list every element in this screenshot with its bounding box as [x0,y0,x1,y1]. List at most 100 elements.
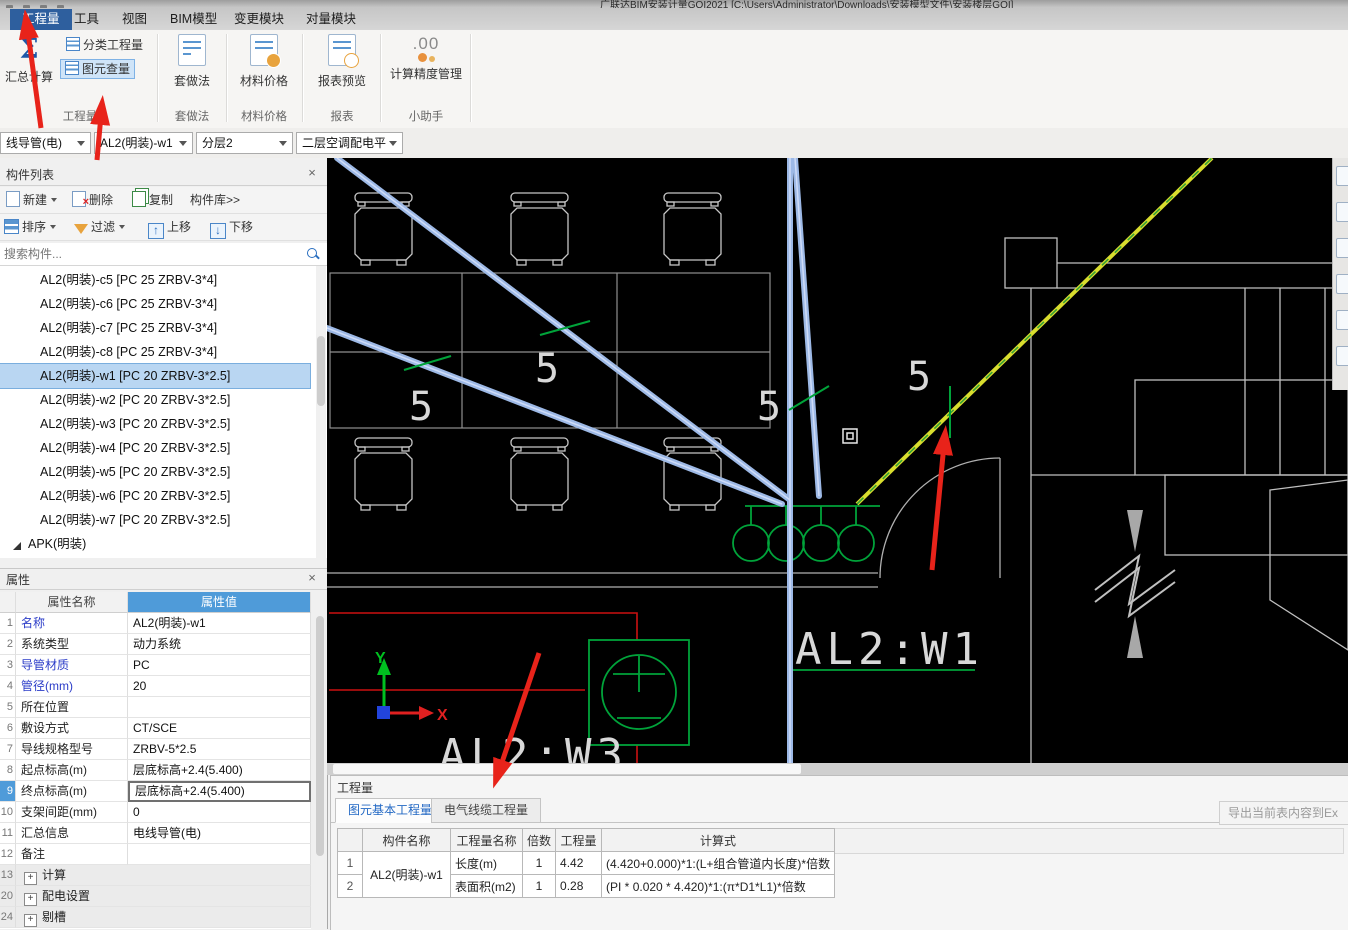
list-item[interactable]: AL2(明装)-w7 [PC 20 ZRBV-3*2.5] [0,508,310,532]
table-header-extension [823,828,1344,854]
properties-scrollbar[interactable] [315,592,325,929]
sort-button[interactable]: 排序 [4,217,56,237]
list-item[interactable]: AL2(明装)-c6 [PC 25 ZRBV-3*4] [0,292,310,316]
view-tool-icon[interactable] [1336,274,1348,294]
quantity-table-header-row: 构件名称 工程量名称 倍数 工程量 计算式 [338,829,835,852]
cad-label-al2w1: AL2:W1 [795,624,984,675]
view-tool-icon[interactable] [1336,166,1348,186]
component-list-toolbar-2: 排序 过滤 ↑上移 ↓下移 [0,214,327,241]
component-list: AL2(明装)-c5 [PC 25 ZRBV-3*4] AL2(明装)-c6 [… [0,266,327,558]
classified-quantity-icon [66,37,80,51]
component-list-toolbar-1: 新建 删除 复制 构件库>> [0,187,327,214]
list-item[interactable]: AL2(明装)-w3 [PC 20 ZRBV-3*2.5] [0,412,310,436]
menu-tab-bar: 工程量 工具 视图 BIM模型 变更模块 对量模块 [0,8,1348,31]
axis-x-label: X [437,707,448,724]
move-down-button[interactable]: ↓下移 [210,217,253,237]
ribbon-separator [226,34,228,122]
classified-quantity-button[interactable]: 分类工程量 [62,36,147,54]
conduit-lines-blue[interactable] [327,158,819,763]
new-doc-icon [6,191,20,207]
property-group-row[interactable]: 20+配电设置 [0,886,311,907]
list-scrollbar[interactable] [316,266,326,558]
properties-table-header: 属性名称 属性值 [0,592,311,613]
expand-plus-icon[interactable]: + [24,872,37,885]
export-to-excel-button[interactable]: 导出当前表内容到Ex [1219,801,1348,825]
list-group-item[interactable]: APK(明装) [0,532,310,556]
component-dropdown[interactable]: AL2(明装)-w1 [94,132,193,154]
arrow-down-icon: ↓ [210,223,226,239]
property-row: 3导管材质PC [0,655,311,676]
pick-target-icon [843,429,857,443]
list-item[interactable]: AL2(明装)-c7 [PC 25 ZRBV-3*4] [0,316,310,340]
col-quantity-name: 工程量名称 [451,829,523,852]
stair-direction-arrow [1127,616,1143,658]
list-item[interactable]: AL2(明装)-c5 [PC 25 ZRBV-3*4] [0,268,310,292]
quantity-panel-title: 工程量 [337,779,373,796]
drawing-dropdown[interactable]: 二层空调配电平 [296,132,403,154]
search-icon[interactable] [307,248,317,258]
stair-direction-arrow [1127,510,1143,552]
expand-plus-icon[interactable]: + [24,914,37,927]
element-query-button[interactable]: 图元查量 [60,59,135,79]
cad-drawing[interactable]: 5 5 5 5 AL2:W1 AL2:W3 Y X [327,158,1348,763]
library-button[interactable]: 构件库>> [190,190,240,210]
move-up-button[interactable]: ↑上移 [148,217,191,237]
property-row: 8起点标高(m)层底标高+2.4(5.400) [0,760,311,781]
chevron-down-icon [179,141,187,146]
ribbon-separator [380,34,382,122]
list-item[interactable]: AL2(明装)-w5 [PC 20 ZRBV-3*2.5] [0,460,310,484]
new-button[interactable]: 新建 [6,190,57,210]
tab-gongju[interactable]: 工具 [62,9,111,30]
tab-biangeng[interactable]: 变更模块 [222,9,296,30]
copy-button[interactable]: 复制 [132,190,173,210]
apply-method-button[interactable]: 套做法 [160,34,224,89]
expanded-triangle-icon [13,542,21,550]
layer-dropdown[interactable]: 分层2 [196,132,293,154]
property-row: 12备注 [0,844,311,865]
view-tool-icon[interactable] [1336,202,1348,222]
view-tool-icon[interactable] [1336,310,1348,330]
tab-duiliang[interactable]: 对量模块 [294,9,368,30]
property-group-row[interactable]: 13+计算 [0,865,311,886]
report-preview-icon [328,34,356,66]
col-quantity: 工程量 [556,829,602,852]
expand-plus-icon[interactable]: + [24,893,37,906]
close-icon[interactable]: × [305,571,319,585]
view-tool-icon[interactable] [1336,346,1348,366]
list-item[interactable]: AL2(明装)-w4 [PC 20 ZRBV-3*2.5] [0,436,310,460]
summary-calc-button[interactable]: Σ 汇总计算 [0,34,58,85]
ribbon-separator [302,34,304,122]
scrollbar-thumb[interactable] [333,764,801,774]
sigma-icon: Σ [19,34,38,65]
tab-shitu[interactable]: 视图 [110,9,159,30]
property-row: 10支架间距(mm)0 [0,802,311,823]
group-label-taozuofa: 套做法 [160,108,224,124]
tab-basic-quantity[interactable]: 图元基本工程量 [335,798,445,823]
search-input[interactable] [2,244,296,264]
view-tool-icon[interactable] [1336,238,1348,258]
cad-viewport[interactable]: 5 5 5 5 AL2:W1 AL2:W3 Y X [327,158,1348,775]
list-item[interactable]: AL2(明装)-c8 [PC 25 ZRBV-3*4] [0,340,310,364]
list-item[interactable]: AL2(明装)-w6 [PC 20 ZRBV-3*2.5] [0,484,310,508]
tab-cable-quantity[interactable]: 电气线缆工程量 [431,798,541,823]
element-query-icon [65,61,79,75]
close-icon[interactable]: × [305,166,319,180]
tab-bim-model[interactable]: BIM模型 [158,9,229,30]
material-price-button[interactable]: 材料价格 [232,34,296,89]
quantity-row[interactable]: 1 AL2(明装)-w1 长度(m) 1 4.42 (4.420+0.000)*… [338,852,835,875]
precision-manage-button[interactable]: .00 计算精度管理 [388,34,464,82]
delete-button[interactable]: 删除 [72,190,113,210]
gear-icon [388,51,464,65]
delete-doc-icon [72,191,86,207]
element-type-dropdown[interactable]: 线导管(电) [0,132,91,154]
group-label-gongchengliang: 工程量 [40,108,120,124]
property-group-row[interactable]: 24+剔槽 [0,907,311,928]
list-item-selected[interactable]: AL2(明装)-w1 [PC 20 ZRBV-3*2.5] [0,364,310,388]
cad-horizontal-scrollbar[interactable] [327,763,1348,775]
property-row: 7导线规格型号ZRBV-5*2.5 [0,739,311,760]
properties-header: 属性 × [0,568,327,590]
filter-button[interactable]: 过滤 [74,217,125,237]
property-row: 2系统类型动力系统 [0,634,311,655]
report-preview-button[interactable]: 报表预览 [310,34,374,89]
list-item[interactable]: AL2(明装)-w2 [PC 20 ZRBV-3*2.5] [0,388,310,412]
